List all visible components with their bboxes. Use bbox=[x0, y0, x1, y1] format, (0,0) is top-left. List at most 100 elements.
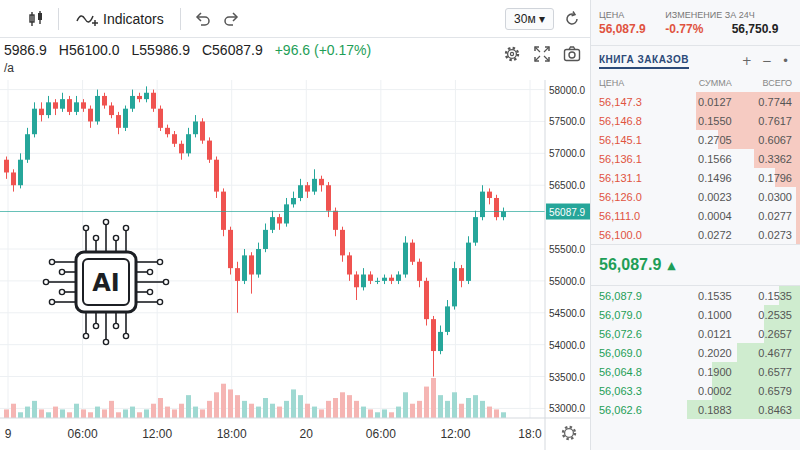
volume-bar bbox=[25, 407, 30, 418]
grid-line bbox=[0, 153, 545, 154]
bid-row[interactable]: 56,062.60.18830.8463 bbox=[591, 400, 800, 419]
bid-row[interactable]: 56,064.80.19000.6577 bbox=[591, 362, 800, 381]
time-tick: 12:00 bbox=[440, 427, 470, 441]
bid-row[interactable]: 56,063.30.00020.6579 bbox=[591, 381, 800, 400]
camera-icon[interactable] bbox=[562, 44, 582, 64]
candle bbox=[494, 195, 499, 221]
low-value: L55986.9 bbox=[132, 42, 190, 58]
candle bbox=[361, 268, 366, 290]
bid-row[interactable]: 56,087.90.15350.1535 bbox=[591, 286, 800, 305]
toolbar-separator bbox=[58, 8, 59, 30]
axis-gear-icon[interactable] bbox=[563, 427, 575, 439]
grid-line bbox=[0, 185, 545, 186]
volume-bar bbox=[60, 409, 65, 418]
candle bbox=[67, 96, 72, 115]
candle bbox=[284, 198, 289, 227]
ask-row[interactable]: 56,100.00.02720.0273 bbox=[591, 225, 800, 244]
bid-row[interactable]: 56,072.60.01210.2657 bbox=[591, 324, 800, 343]
volume-bar bbox=[326, 401, 331, 418]
high-value: H56100.0 bbox=[59, 42, 120, 58]
volume-bar bbox=[284, 401, 289, 418]
bid-row[interactable]: 56,069.00.20200.4677 bbox=[591, 343, 800, 362]
ask-row[interactable]: 56,131.10.14960.1796 bbox=[591, 168, 800, 187]
volume-bar bbox=[501, 412, 506, 418]
time-tick: 18:0 bbox=[518, 427, 542, 441]
volume-bar bbox=[235, 395, 240, 418]
volume-bar bbox=[305, 404, 310, 418]
volume-bar bbox=[242, 401, 247, 418]
grid-line bbox=[306, 80, 307, 418]
candle bbox=[298, 179, 303, 201]
volume-bar bbox=[81, 409, 86, 418]
candle bbox=[319, 176, 324, 192]
ai-label: AI bbox=[92, 269, 120, 297]
candle bbox=[270, 211, 275, 233]
indicators-button[interactable]: Indicators bbox=[71, 7, 168, 31]
candle bbox=[4, 157, 9, 179]
volume-bar bbox=[403, 392, 408, 418]
series-legend: /a bbox=[4, 61, 502, 75]
gear-icon[interactable] bbox=[502, 44, 522, 64]
bid-row[interactable]: 56,079.00.10000.2535 bbox=[591, 305, 800, 324]
ask-row[interactable]: 56,147.30.01270.7744 bbox=[591, 92, 800, 111]
volume-bar bbox=[424, 387, 429, 418]
ticker-label: ЦЕНА bbox=[599, 10, 659, 20]
candle bbox=[151, 90, 156, 112]
reload-icon[interactable] bbox=[562, 9, 582, 29]
grid-line bbox=[0, 344, 545, 345]
price-tick: 57500.0 bbox=[549, 116, 586, 127]
order-book-tab[interactable]: КНИГА ЗАКАЗОВ bbox=[599, 54, 689, 69]
last-price-badge bbox=[546, 204, 590, 220]
grid-line bbox=[0, 89, 545, 90]
ask-row[interactable]: 56,145.10.27050.6067 bbox=[591, 130, 800, 149]
interval-select[interactable]: 30м ▾ bbox=[505, 8, 554, 30]
book-control-button[interactable]: • bbox=[779, 54, 792, 68]
volume-bar bbox=[11, 404, 16, 418]
candle bbox=[452, 262, 457, 310]
ask-row[interactable]: 56,111.00.00040.0277 bbox=[591, 206, 800, 225]
candle bbox=[368, 271, 373, 284]
ask-list: 56,147.30.01270.774456,146.80.15500.7617… bbox=[591, 92, 800, 244]
ask-row[interactable]: 56,126.00.00230.0300 bbox=[591, 187, 800, 206]
volume-bar bbox=[375, 412, 380, 418]
ticker-label: ИЗМЕНЕНИЕ ЗА 24Ч bbox=[665, 10, 792, 20]
volume-bar bbox=[431, 378, 436, 418]
volume-bar bbox=[473, 395, 478, 418]
candle bbox=[438, 326, 443, 355]
volume-bar bbox=[256, 407, 261, 418]
grid-line bbox=[0, 249, 545, 250]
redo-icon[interactable] bbox=[221, 9, 241, 29]
expand-icon[interactable] bbox=[532, 44, 552, 64]
candle bbox=[417, 259, 422, 288]
ask-row[interactable]: 56,136.10.15660.3362 bbox=[591, 149, 800, 168]
candle bbox=[18, 153, 23, 188]
volume-bar bbox=[4, 409, 9, 418]
candle bbox=[123, 106, 128, 132]
candle bbox=[207, 137, 212, 163]
candle bbox=[487, 188, 492, 204]
book-control-button[interactable]: + bbox=[739, 54, 755, 68]
ask-row[interactable]: 56,146.80.15500.7617 bbox=[591, 111, 800, 130]
candles-icon[interactable] bbox=[26, 9, 46, 29]
volume-bar bbox=[39, 409, 44, 418]
volume-bar bbox=[270, 404, 275, 418]
price-tick: 58000.0 bbox=[549, 85, 586, 96]
volume-bar bbox=[67, 412, 72, 418]
change-value: +96.6 (+0.17%) bbox=[275, 42, 372, 58]
volume-bar bbox=[263, 398, 268, 418]
column-header: ВСЕГО bbox=[732, 78, 792, 88]
volume-bar bbox=[116, 412, 121, 418]
undo-icon[interactable] bbox=[193, 9, 213, 29]
last-price-label: 56087.9 bbox=[549, 207, 586, 218]
candle bbox=[473, 211, 478, 246]
price-axis-border bbox=[545, 80, 546, 450]
volume-bar bbox=[46, 412, 51, 418]
last-price-line bbox=[0, 211, 545, 212]
grid-line bbox=[0, 121, 545, 122]
volume-bar bbox=[452, 392, 457, 418]
volume-bar bbox=[207, 401, 212, 418]
candle bbox=[263, 223, 268, 252]
candle bbox=[382, 275, 387, 285]
bid-list: 56,087.90.15350.153556,079.00.10000.2535… bbox=[591, 286, 800, 419]
book-control-button[interactable]: − bbox=[759, 54, 775, 68]
